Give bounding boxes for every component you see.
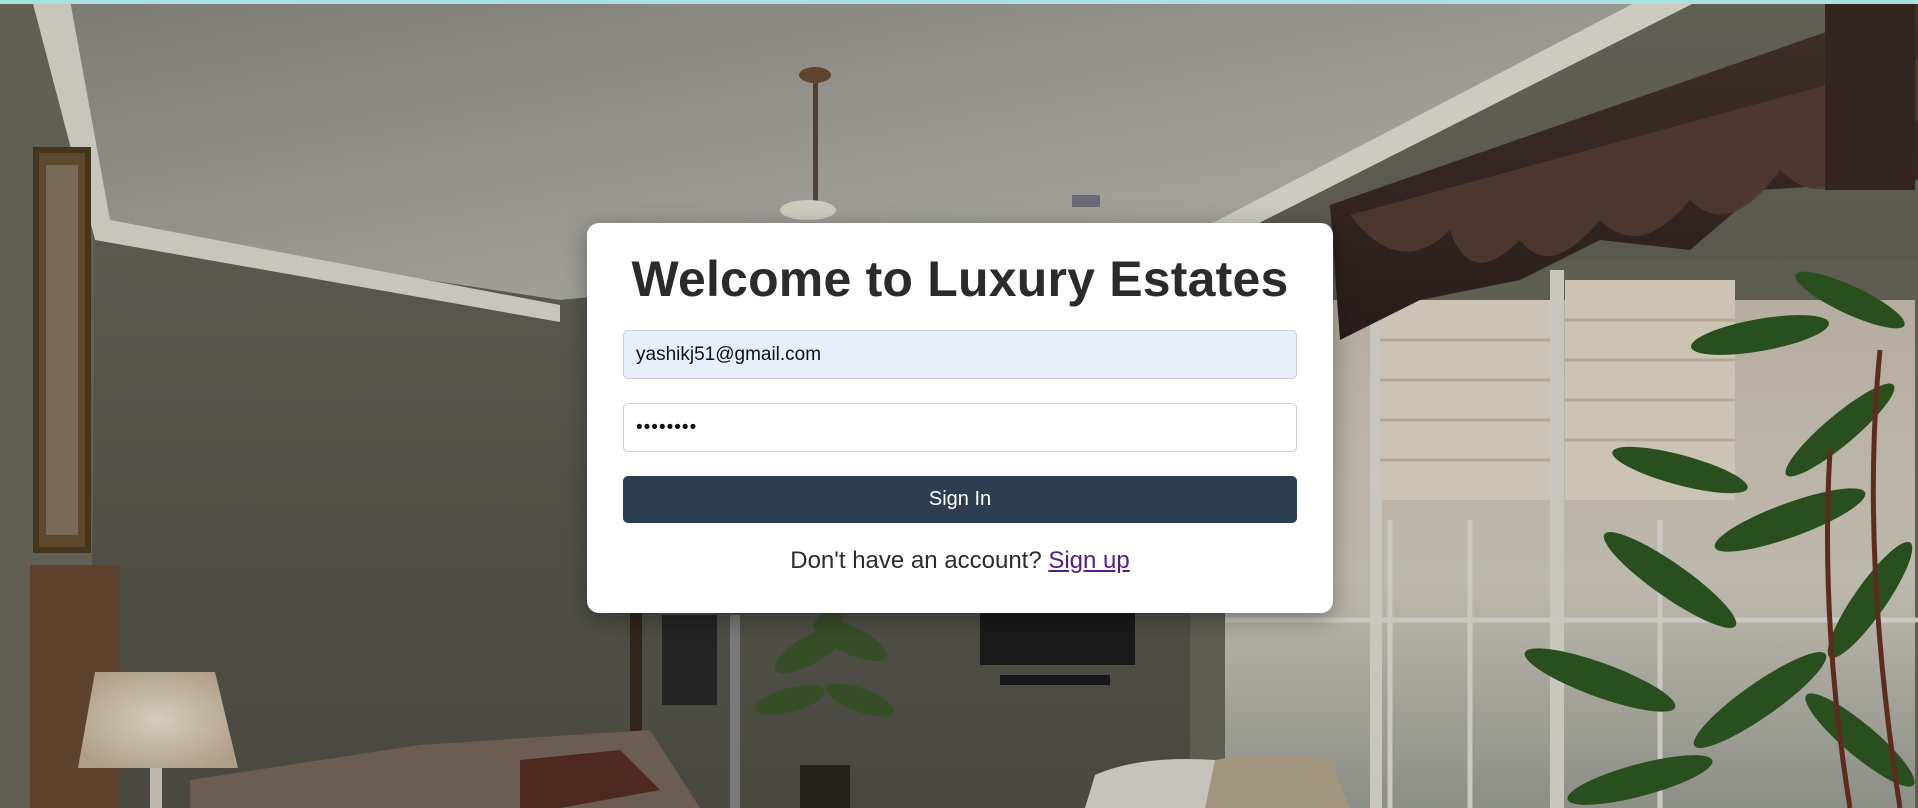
sign-up-link[interactable]: Sign up [1048, 547, 1129, 574]
password-field[interactable] [623, 403, 1297, 452]
sign-in-button[interactable]: Sign In [623, 476, 1297, 523]
email-field[interactable] [623, 330, 1297, 379]
page-title: Welcome to Luxury Estates [631, 251, 1289, 307]
login-page: Welcome to Luxury Estates Sign In Don't … [0, 0, 1918, 808]
signup-prompt-text: Don't have an account? [790, 547, 1049, 574]
top-accent-strip [0, 0, 1918, 4]
login-card: Welcome to Luxury Estates Sign In Don't … [587, 223, 1333, 613]
signup-prompt-line: Don't have an account? Sign up [623, 547, 1297, 575]
